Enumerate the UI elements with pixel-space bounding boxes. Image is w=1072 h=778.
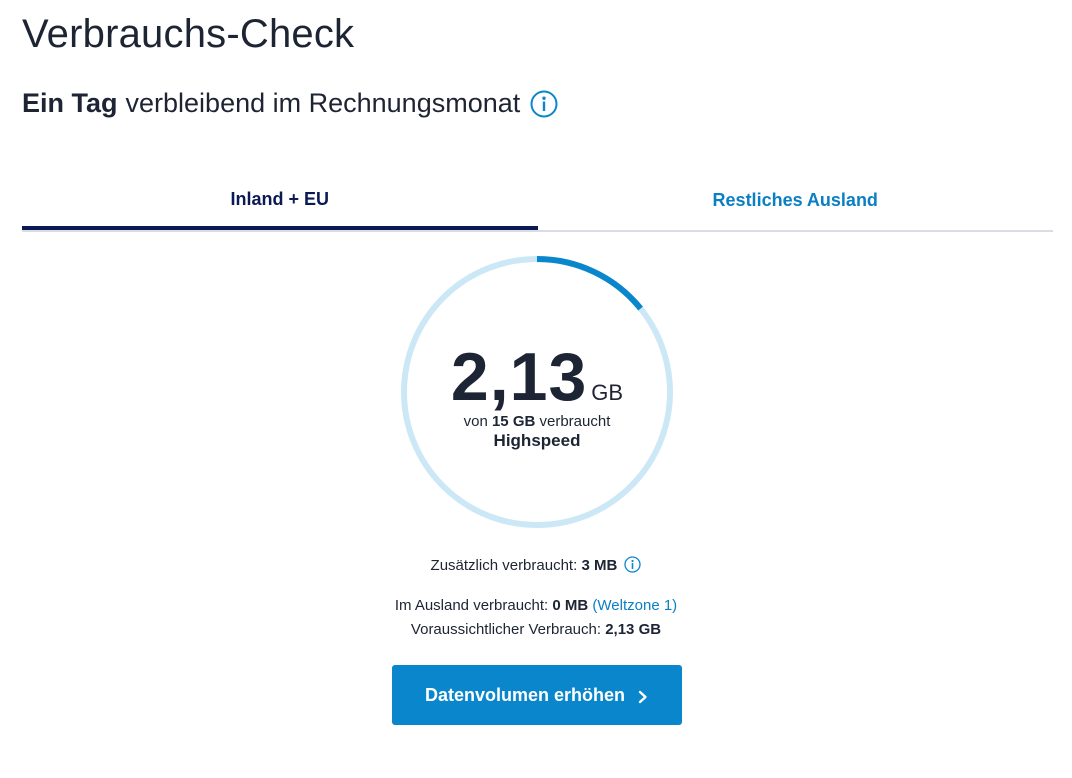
used-value: 2,13 — [450, 339, 588, 415]
total-prefix: von — [463, 413, 488, 430]
usage-tabs: Inland + EU Restliches Ausland — [22, 176, 1053, 232]
used-unit: GB — [591, 380, 624, 405]
total-line: von 15 GB verbraucht — [398, 413, 676, 430]
tab-restliches-ausland[interactable]: Restliches Ausland — [538, 176, 1054, 228]
used-amount: 2,13 GB — [451, 343, 623, 411]
verbrauchs-check-page: Verbrauchs-Check Ein Tag verbleibend im … — [0, 0, 1072, 778]
chevron-right-icon — [637, 688, 649, 704]
usage-gauge: 2,13 GB von 15 GB verbraucht Highspeed — [398, 253, 676, 531]
total-amount: 15 GB — [491, 413, 536, 430]
page-title: Verbrauchs-Check — [22, 12, 355, 56]
abroad-usage-value: 0 MB — [552, 597, 589, 614]
remaining-days-bold: Ein Tag — [22, 88, 118, 118]
tab-inland-eu[interactable]: Inland + EU — [22, 176, 538, 230]
extra-usage-value: 3 MB — [581, 557, 618, 574]
forecast-line: Voraussichtlicher Verbrauch: 2,13 GB — [0, 621, 1072, 638]
total-suffix: verbraucht — [539, 413, 611, 430]
increase-data-volume-button[interactable]: Datenvolumen erhöhen — [392, 665, 682, 725]
extra-usage-line: Zusätzlich verbraucht: 3 MB — [0, 556, 1072, 574]
speed-label: Highspeed — [493, 431, 581, 450]
forecast-label: Voraussichtlicher Verbrauch: — [410, 621, 602, 638]
info-circle-icon[interactable] — [624, 556, 642, 573]
remaining-days-line: Ein Tag verbleibend im Rechnungsmonat — [22, 88, 558, 119]
tab-restliches-ausland-label: Restliches Ausland — [712, 189, 878, 210]
info-circle-icon[interactable] — [530, 90, 558, 118]
forecast-value: 2,13 GB — [605, 621, 662, 638]
extra-usage-label: Zusätzlich verbraucht: — [430, 557, 578, 574]
abroad-usage-line: Im Ausland verbraucht: 0 MB (Weltzone 1) — [0, 597, 1072, 614]
gauge-center: 2,13 GB von 15 GB verbraucht Highspeed — [398, 343, 676, 451]
abroad-usage-label: Im Ausland verbraucht: — [394, 597, 549, 614]
increase-data-volume-label: Datenvolumen erhöhen — [424, 684, 626, 705]
weltzone-link[interactable]: (Weltzone 1) — [592, 597, 677, 614]
tab-inland-eu-label: Inland + EU — [230, 188, 330, 209]
remaining-days-text: verbleibend im Rechnungsmonat — [125, 88, 521, 118]
